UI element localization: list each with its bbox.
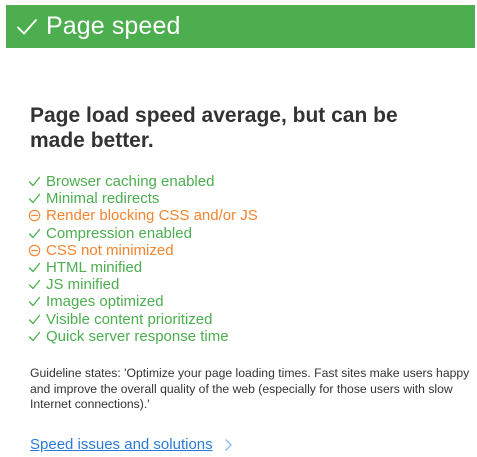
speed-check-label: Visible content prioritized xyxy=(46,310,213,328)
guideline-text: Guideline states: 'Optimize your page lo… xyxy=(30,366,470,411)
speed-check-label: HTML minified xyxy=(46,259,143,277)
speed-check-item: HTML minified xyxy=(28,259,258,276)
page-speed-header: Page speed xyxy=(6,5,475,48)
check-icon xyxy=(28,228,41,238)
speed-check-label: Minimal redirects xyxy=(46,190,160,208)
check-icon xyxy=(17,18,37,34)
check-icon xyxy=(28,297,41,307)
speed-check-item: Render blocking CSS and/or JS xyxy=(28,207,258,224)
check-icon xyxy=(28,280,41,290)
speed-summary: Page load speed average, but can be made… xyxy=(30,104,398,152)
speed-check-label: JS minified xyxy=(46,276,120,294)
page-speed-card: Page speed Page load speed average, but … xyxy=(0,0,477,457)
speed-check-label: CSS not minimized xyxy=(46,241,174,259)
speed-issues-link[interactable]: Speed issues and solutions xyxy=(30,436,213,453)
speed-check-item: Minimal redirects xyxy=(28,190,258,207)
warning-circle-icon xyxy=(28,244,41,257)
speed-check-item: Images optimized xyxy=(28,293,258,310)
speed-check-item: CSS not minimized xyxy=(28,242,258,259)
speed-check-item: Browser caching enabled xyxy=(28,173,258,190)
check-icon xyxy=(28,176,41,187)
speed-check-label: Compression enabled xyxy=(46,224,192,242)
speed-check-item: Visible content prioritized xyxy=(28,311,258,328)
chevron-right-icon[interactable] xyxy=(224,438,233,451)
check-icon xyxy=(28,331,41,341)
speed-check-label: Quick server response time xyxy=(46,327,229,345)
check-icon xyxy=(28,194,41,204)
speed-check-label: Render blocking CSS and/or JS xyxy=(46,207,258,225)
speed-check-label: Browser caching enabled xyxy=(46,173,215,191)
speed-check-item: Quick server response time xyxy=(28,328,258,345)
speed-issues-link-row[interactable]: Speed issues and solutions xyxy=(30,436,233,453)
warning-circle-icon xyxy=(28,210,41,222)
speed-check-list: Browser caching enabled Minimal redirects… xyxy=(28,173,258,345)
speed-check-label: Images optimized xyxy=(46,293,164,311)
check-icon xyxy=(28,314,41,324)
speed-check-item: JS minified xyxy=(28,276,258,293)
speed-check-item: Compression enabled xyxy=(28,225,258,242)
check-icon xyxy=(28,262,41,273)
section-title: Page speed xyxy=(46,12,181,40)
